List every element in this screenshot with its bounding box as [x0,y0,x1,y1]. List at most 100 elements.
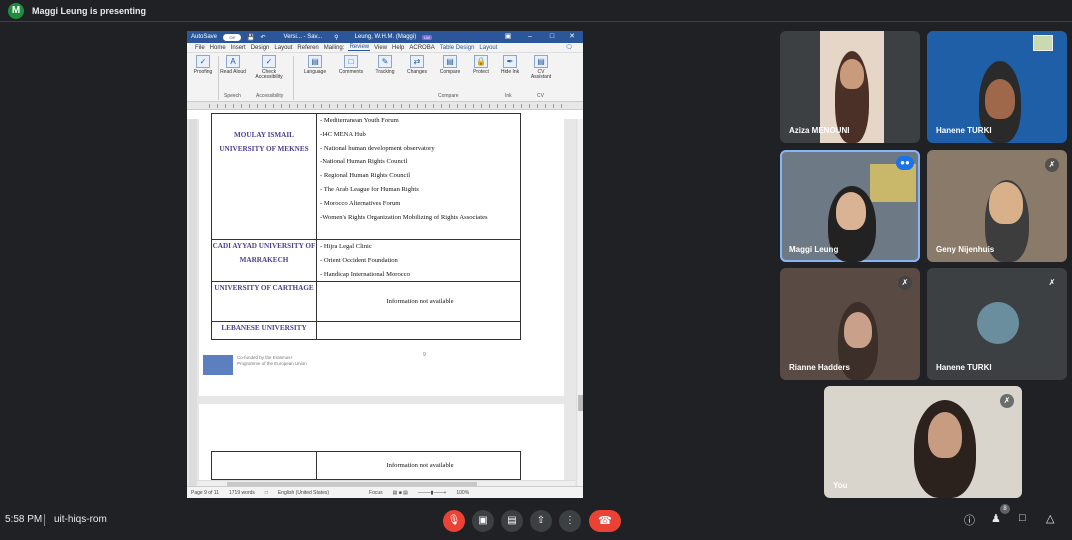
partners-cell[interactable]: Information not available [316,281,521,323]
maximize-icon[interactable]: □ [545,31,559,43]
ribbon-divider [218,56,219,100]
camera-icon: ▣ [478,515,488,526]
protect-button[interactable]: 🔒 Protect [468,55,494,75]
word-titlebar: AutoSave Off 💾 ↶ Versi... - Sav... ⚲ Leu… [187,31,583,43]
close-icon[interactable]: ✕ [565,31,579,43]
people-icon[interactable]: ♟ [991,512,1001,525]
avatar [977,302,1019,344]
clock: 5:58 PM [5,514,43,525]
partners-cell[interactable] [316,321,521,341]
participant-face [989,182,1023,224]
university-cell[interactable]: UNIVERSITY OF CARTHAGE [211,281,317,323]
meeting-controls: 5:58 PM uit-hiqs-rom 🎙 ▣ ▤ ⇧ ⋮ ☎ ⓘ ♟ 8 □… [0,500,1072,540]
tab-references[interactable]: Referen [296,45,319,51]
partner-item: - Morocco Alternatives Forum [320,199,401,207]
spelling-icon[interactable]: □ [265,490,268,496]
comment-icon[interactable]: 🗨 [565,44,573,51]
presenter-avatar: M [8,2,24,19]
tracking-icon: ✎ [378,55,392,68]
mic-muted-icon: ✗ [1045,158,1059,172]
activities-icon[interactable]: △ [1046,512,1054,525]
leave-call-button[interactable]: ☎ [589,510,621,532]
table-row: MOULAY ISMAIL UNIVERSITY OF MEKNES - Med… [211,113,521,240]
group-ink: Ink [505,93,512,99]
table-row: Information not available [211,451,521,480]
zoom-slider[interactable]: –——▮——+ [418,490,446,496]
tracking-button[interactable]: ✎ Tracking [370,55,400,75]
tab-insert[interactable]: Insert [230,45,247,51]
zoom-level[interactable]: 100% [456,490,469,496]
mic-off-button[interactable]: 🎙 [443,510,465,532]
ribbon-tabs: File Home Insert Design Layout Referen M… [187,43,583,53]
tab-file[interactable]: File [194,45,206,51]
participant-tile[interactable]: ✗ Geny Nijenhuis [927,150,1067,262]
partner-item: - Handicap International Morocco [320,270,410,278]
compare-button[interactable]: ▤ Compare [435,55,465,75]
university-cell[interactable] [211,451,317,480]
captions-button[interactable]: ▤ [501,510,523,532]
document-page[interactable]: MOULAY ISMAIL UNIVERSITY OF MEKNES - Med… [199,113,564,396]
doc-name[interactable]: Versi... - Sav... [284,34,323,40]
more-options-button[interactable]: ⋮ [559,510,581,532]
participant-tile[interactable]: ✗ Rianne Hadders [780,268,920,380]
save-icon[interactable]: 💾 [247,34,254,41]
comments-button[interactable]: □ Comments [334,55,368,75]
cv-assistant-button[interactable]: ▤ CV Assistant [527,55,555,80]
tab-view[interactable]: View [373,45,388,51]
read-aloud-button[interactable]: A Read Aloud [220,55,246,75]
participant-tile[interactable]: Hanene TURKI [927,31,1067,143]
search-icon[interactable]: ⚲ [334,34,338,41]
comments-icon: □ [344,55,358,68]
partners-cell[interactable]: Information not available [316,451,521,480]
proofing-button[interactable]: ✓ Proofing [190,55,216,75]
captions-icon: ▤ [507,515,517,526]
partners-cell[interactable]: - Mediterranean Youth Forum -I4C MENA Hu… [316,113,521,240]
university-cell[interactable]: MOULAY ISMAIL UNIVERSITY OF MEKNES [211,113,317,240]
check-accessibility-button[interactable]: ✓ Check Accessibility [249,55,289,80]
ribbon-display-icon[interactable]: ▣ [501,31,515,43]
partner-item: - Orient Occident Foundation [320,256,398,264]
user-initials[interactable]: LW [422,34,432,40]
autosave-toggle[interactable]: Off [223,33,242,41]
view-icons[interactable]: ▤ ■ ▤ [393,490,408,496]
language-status[interactable]: English (United States) [278,490,329,496]
participant-tile[interactable]: ✗ Hanene TURKI [927,268,1067,380]
minimize-icon[interactable]: – [523,31,537,43]
tab-table-layout[interactable]: Layout [478,45,498,51]
focus-button[interactable]: Focus [369,490,383,496]
info-icon[interactable]: ⓘ [964,512,975,528]
table-row: UNIVERSITY OF CARTHAGE Information not a… [211,281,521,323]
present-button[interactable]: ⇧ [530,510,552,532]
tab-review[interactable]: Review [348,44,371,51]
document-page[interactable]: Information not available [199,404,564,486]
participant-name: Maggi Leung [789,245,839,254]
language-button[interactable]: ▤ Language [297,55,333,75]
university-cell[interactable]: CADI AYYAD UNIVERSITY OF MARRAKECH [211,238,317,283]
shared-screen: AutoSave Off 💾 ↶ Versi... - Sav... ⚲ Leu… [187,31,583,498]
participant-tile[interactable]: ●● Maggi Leung [780,150,920,262]
hide-ink-button[interactable]: ✒ Hide Ink [497,55,523,75]
tab-home[interactable]: Home [209,45,227,51]
meeting-code[interactable]: uit-hiqs-rom [54,514,107,525]
self-tile[interactable]: ✗ You [824,386,1022,498]
tab-table-design[interactable]: Table Design [439,45,476,51]
vertical-scrollbar[interactable] [576,119,583,486]
horizontal-ruler [187,102,583,110]
tab-mailings[interactable]: Mailing: [323,45,346,51]
university-cell[interactable]: LEBANESE UNIVERSITY [211,321,317,341]
page-count[interactable]: Page 9 of 11 [191,490,219,496]
undo-icon[interactable]: ↶ [261,34,266,41]
scroll-thumb[interactable] [578,395,583,411]
word-count[interactable]: 1719 words [229,490,255,496]
group-speech: Speech [224,93,241,99]
changes-button[interactable]: ⇄ Changes [402,55,432,75]
participant-face [840,59,864,89]
camera-button[interactable]: ▣ [472,510,494,532]
tab-layout[interactable]: Layout [273,45,293,51]
partners-cell[interactable]: - Hijra Legal Clinic - Orient Occident F… [316,238,521,283]
participant-tile[interactable]: Aziza MENOUNI [780,31,920,143]
tab-help[interactable]: Help [391,45,405,51]
chat-icon[interactable]: □ [1019,512,1026,524]
tab-design[interactable]: Design [250,45,271,51]
tab-acrobat[interactable]: ACROBA [408,45,435,51]
